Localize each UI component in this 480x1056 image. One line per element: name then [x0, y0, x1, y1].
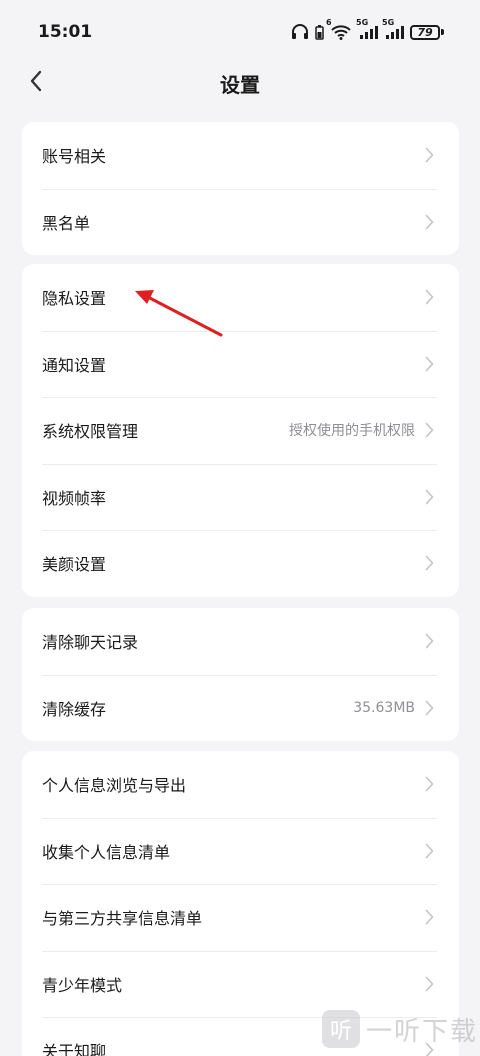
- chevron-right-icon: [421, 555, 437, 571]
- settings-item-label: 收集个人信息清单: [42, 842, 171, 862]
- wifi-icon: 6: [326, 18, 352, 40]
- chevron-right-icon: [421, 909, 437, 925]
- settings-item-clear-chat[interactable]: 清除聊天记录: [22, 608, 459, 675]
- settings-item-collected-info-list[interactable]: 收集个人信息清单: [22, 817, 459, 885]
- battery-saver-icon: [315, 24, 324, 40]
- network-label-1: 5G: [356, 18, 369, 27]
- settings-item-value: 授权使用的手机权限: [289, 423, 415, 440]
- page-title: 设置: [220, 72, 260, 97]
- navigation-bar: 设置: [0, 60, 480, 106]
- settings-item-system-permissions[interactable]: 系统权限管理 授权使用的手机权限: [22, 397, 459, 464]
- settings-item-personal-info-export[interactable]: 个人信息浏览与导出: [22, 751, 459, 818]
- wifi-badge: 6: [326, 18, 332, 27]
- settings-group-storage: 清除聊天记录 清除缓存 35.63MB: [22, 608, 459, 741]
- chevron-right-icon: [421, 633, 437, 649]
- chevron-right-icon: [421, 976, 437, 992]
- chevron-left-icon: [29, 70, 43, 96]
- settings-item-label: 视频帧率: [42, 488, 107, 508]
- settings-item-blacklist[interactable]: 黑名单: [22, 188, 459, 256]
- settings-item-third-party-list[interactable]: 与第三方共享信息清单: [22, 884, 459, 951]
- settings-group-privacy: 隐私设置 通知设置 系统权限管理 授权使用的手机权限 视频帧率 美颜设置: [22, 264, 459, 597]
- settings-group-account: 账号相关 黑名单: [22, 122, 459, 255]
- settings-item-label: 黑名单: [42, 213, 91, 233]
- chevron-right-icon: [421, 843, 437, 859]
- settings-item-value: 35.63MB: [353, 699, 415, 716]
- chevron-right-icon: [421, 289, 437, 305]
- status-bar: 15:01 6 5G 5G 79: [0, 0, 480, 64]
- headphones-icon: [291, 24, 309, 40]
- signal-icon-1: 5G: [356, 18, 378, 40]
- settings-item-clear-cache[interactable]: 清除缓存 35.63MB: [22, 674, 459, 742]
- settings-item-label: 清除缓存: [42, 699, 107, 719]
- settings-item-label: 个人信息浏览与导出: [42, 776, 187, 796]
- settings-item-privacy[interactable]: 隐私设置: [22, 264, 459, 331]
- settings-item-teen-mode[interactable]: 青少年模式: [22, 950, 459, 1018]
- watermark-text: 一听下载: [366, 1016, 479, 1047]
- chevron-right-icon: [421, 489, 437, 505]
- chevron-right-icon: [421, 147, 437, 163]
- watermark-logo-icon: 听: [322, 1010, 360, 1048]
- settings-item-video-framerate[interactable]: 视频帧率: [22, 463, 459, 531]
- chevron-right-icon: [421, 356, 437, 372]
- status-time: 15:01: [38, 22, 93, 42]
- settings-item-label: 青少年模式: [42, 975, 123, 995]
- chevron-right-icon: [421, 422, 437, 438]
- battery-level: 79: [410, 24, 440, 40]
- settings-item-notifications[interactable]: 通知设置: [22, 330, 459, 398]
- back-button[interactable]: [20, 66, 52, 100]
- network-label-2: 5G: [382, 18, 395, 27]
- chevron-right-icon: [421, 214, 437, 230]
- settings-item-label: 系统权限管理: [42, 422, 139, 442]
- settings-item-beauty[interactable]: 美颜设置: [22, 530, 459, 597]
- settings-item-label: 与第三方共享信息清单: [42, 909, 203, 929]
- signal-icon-2: 5G: [382, 18, 404, 40]
- chevron-right-icon: [421, 776, 437, 792]
- settings-item-label: 清除聊天记录: [42, 633, 139, 653]
- watermark: 听 一听下载: [322, 1010, 478, 1048]
- battery-icon: 79: [410, 24, 444, 40]
- settings-item-account[interactable]: 账号相关: [22, 122, 459, 189]
- settings-item-label: 账号相关: [42, 147, 107, 167]
- settings-item-label: 通知设置: [42, 355, 107, 375]
- chevron-right-icon: [421, 700, 437, 716]
- settings-item-label: 美颜设置: [42, 555, 107, 575]
- status-icons: 6 5G 5G 79: [291, 18, 444, 40]
- settings-item-label: 隐私设置: [42, 289, 107, 309]
